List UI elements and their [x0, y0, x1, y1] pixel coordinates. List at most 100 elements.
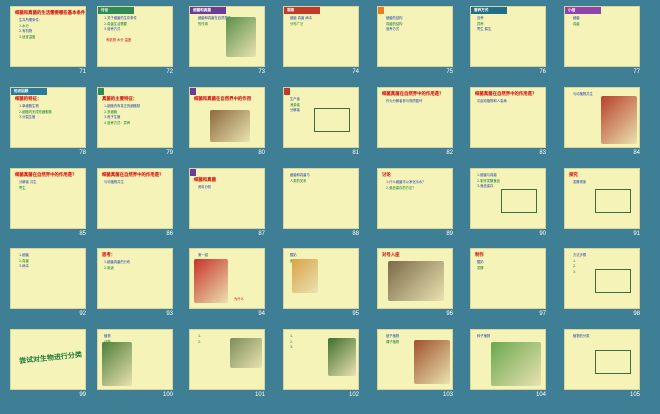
slide-text: 细菌的结构: [386, 16, 403, 20]
slide-title: 细菌真菌在自然界中的作用是？: [382, 92, 444, 97]
slide-thumbnail[interactable]: 小结 细菌 真菌: [564, 6, 640, 67]
slide-thumbnail[interactable]: 思考： 1.细菌真菌的分布 2.用途: [97, 248, 173, 309]
slide-text: 3.: [290, 345, 294, 349]
slide-text: 2.: [290, 339, 294, 344]
slide-number: 85: [79, 231, 86, 237]
slide-thumbnail[interactable]: 酸奶面包: [283, 248, 359, 309]
slide-text: 2.细胞内无成形细胞核: [19, 109, 52, 114]
slide-picture: [194, 259, 228, 303]
slide-text: 生产者: [290, 97, 300, 101]
slide-text: 引起动植物和人患病: [477, 99, 507, 103]
slide-text: 2.多细胞: [104, 109, 118, 114]
slide-text: 有机物 水分 温度: [106, 38, 132, 42]
slide-thumbnail[interactable]: 细菌和真菌 细菌和真菌在自然界中 的作用: [189, 6, 265, 67]
slide-number: 98: [633, 311, 640, 317]
slide-thumbnail[interactable]: 生产者 消费者 分解者: [283, 87, 359, 148]
slide-title: 细菌的特征：: [15, 97, 42, 102]
slide-thumbnail[interactable]: 1.细菌 2.真菌 3.病毒: [10, 248, 86, 309]
slide-text: 异养: [477, 21, 484, 26]
slide-picture: [210, 110, 250, 142]
slide-thumbnail[interactable]: 1.细菌与真菌 2.制作发酵食品 3.食品保存: [470, 168, 546, 229]
slide-number: 83: [539, 150, 546, 156]
slide-text: 的作用: [198, 21, 208, 26]
slide-number: 71: [79, 69, 86, 75]
slide-thumbnail[interactable]: 细菌和真菌在自然界中的作用: [189, 87, 265, 148]
slide-text: 3.: [573, 269, 577, 274]
slide-number: 88: [352, 231, 359, 237]
slide-number: 90: [539, 231, 546, 237]
slide-thumbnail[interactable]: 真菌的主要特征： 1.细胞内有真正的细胞核 2.多细胞 3.孢子生殖 4.营养方式：异养: [97, 87, 173, 148]
slide-thumbnail[interactable]: 讨论 1.什么细菌可以净化污水？ 2.食品保存的方法？: [377, 168, 453, 229]
slide-number: 96: [446, 311, 453, 317]
slide-thumbnail[interactable]: 细菌真菌在自然界中的作用是？ 作为分解者参与物质循环: [377, 87, 453, 148]
slide-text: 2.食品保存的方法？: [386, 185, 416, 190]
slide-thumbnail[interactable]: 1. 2.: [189, 329, 265, 390]
slide-picture: [601, 96, 637, 144]
slide-number: 82: [446, 150, 453, 156]
slide-title: 细菌真菌在自然界中的作用是？: [15, 173, 77, 178]
slide-title: 真菌的主要特征：: [102, 97, 138, 102]
slide-text: 与动植物共生: [573, 92, 593, 96]
slide-thumbnail[interactable]: 被子植物 裸子植物: [377, 329, 453, 390]
slide-text: 第一组: [198, 253, 208, 257]
slide-thumbnail[interactable]: 细菌和真菌 资料分析: [189, 168, 265, 229]
slide-number: 72: [166, 69, 173, 75]
slide-thumbnail[interactable]: 细菌的结构 真菌的结构 营养方式: [377, 6, 453, 67]
slide-title: 探究: [569, 173, 578, 178]
slide-text: 2.: [198, 339, 202, 344]
slide-thumbnail[interactable]: 与动植物共生: [564, 87, 640, 148]
slide-text: 寄生 腐生: [477, 27, 492, 31]
slide-thumbnail[interactable]: 细菌和真菌的生活需要哪些基本条件？ 生存所需条件： 1.水分 2.有机物 3.适宜温度: [10, 6, 86, 67]
slide-text: 细菌: [573, 16, 580, 20]
slide-text: 资料分析: [198, 185, 212, 189]
slide-text: 2.有机物: [19, 29, 33, 33]
slide-picture: [414, 340, 450, 384]
slide-thumbnail[interactable]: 方法步骤 1. 2. 3.: [564, 248, 640, 309]
slide-title: 细菌和真菌: [194, 178, 216, 183]
slide-thumbnail[interactable]: 细菌真菌在自然界中的作用是？ 与动植物共生: [97, 168, 173, 229]
slide-text: 植物: [104, 334, 111, 338]
slide-text: 3.孢子生殖: [104, 115, 121, 119]
slide-thumbnail[interactable]: 知识回顾 细菌的特征： 1.单细胞生物 2.细胞内无成形细胞核 3.分裂生殖: [10, 87, 86, 148]
slide-thumbnail[interactable]: 种子植物: [470, 329, 546, 390]
slide-thumbnail[interactable]: 观察 细菌 真菌 病毒 分布广泛: [283, 6, 359, 67]
slide-thumbnail[interactable]: 对号入座: [377, 248, 453, 309]
slide-number: 104: [535, 392, 546, 398]
slide-thumbnail[interactable]: 细菌真菌在自然界中的作用是？ 分解者 共生 寄生: [10, 168, 86, 229]
slide-thumbnail[interactable]: 细菌真菌在自然界中的作用是？ 引起动植物和人患病: [470, 87, 546, 148]
slide-text: 营养方式: [386, 27, 400, 31]
slide-text: 1.: [198, 334, 202, 338]
slide-number: 77: [633, 69, 640, 75]
slide-thumbnail[interactable]: 营养方式 自养 异养 寄生 腐生: [470, 6, 546, 67]
slide-thumbnail[interactable]: 制作 酸奶 发酵: [470, 248, 546, 309]
diagram-box: [595, 189, 631, 213]
slide-thumbnail[interactable]: 植物的分类: [564, 329, 640, 390]
slide-number: 91: [633, 231, 640, 237]
slide-title: 细菌和真菌在自然界中的作用: [194, 97, 252, 102]
slide-thumbnail[interactable]: 尝试对生物进行分类: [10, 329, 86, 390]
slide-text: 3.病毒: [19, 264, 29, 268]
slide-number: 101: [254, 392, 265, 398]
slide-title: 思考：: [102, 253, 116, 258]
slide-text: 1.细胞内有真正的细胞核: [104, 104, 141, 108]
slide-text: 1.单细胞生物: [19, 104, 39, 108]
slide-header: 知识回顾: [11, 88, 47, 95]
slide-thumbnail[interactable]: 植物动物: [97, 329, 173, 390]
slide-picture: [328, 338, 356, 376]
slide-thumbnail[interactable]: 细菌和真菌与 人类的关系: [283, 168, 359, 229]
slide-thumbnail[interactable]: 1. 2. 3.: [283, 329, 359, 390]
slide-text: 方法步骤: [573, 253, 587, 257]
slide-text: 1.细菌与真菌: [477, 173, 497, 177]
slide-number: 76: [539, 69, 546, 75]
slide-thumbnail[interactable]: 探究 发酵现象: [564, 168, 640, 229]
slide-header: [284, 88, 290, 95]
slide-thumbnail[interactable]: 讨论 1.关于细菌的生存条件 2.真菌生活需要 3.营养方式 有机物 水分 温度: [97, 6, 173, 67]
slide-text: 2.真菌生活需要: [104, 21, 127, 26]
slide-thumbnail[interactable]: 第一组第二组为什么: [189, 248, 265, 309]
slide-text: 自养: [477, 16, 484, 20]
slide-number: 87: [258, 231, 265, 237]
slide-text: 真菌的结构: [386, 21, 403, 26]
slide-title: 制作: [475, 253, 484, 258]
slide-picture: [388, 261, 444, 301]
slide-number: 78: [79, 150, 86, 156]
